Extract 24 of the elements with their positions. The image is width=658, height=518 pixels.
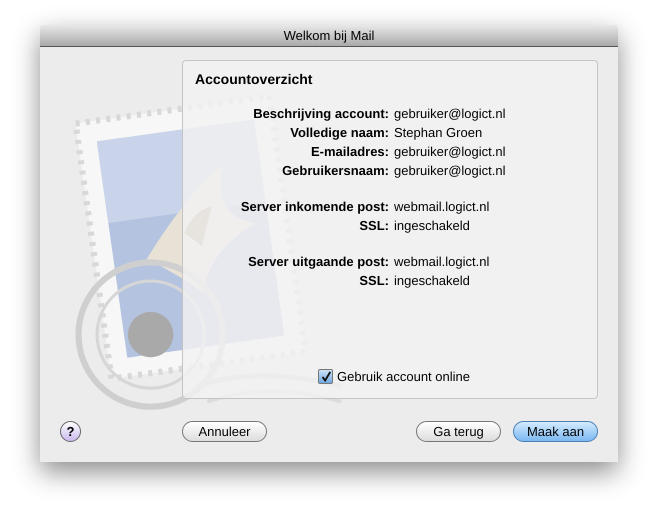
field-label: Server uitgaande post: [247, 253, 389, 270]
default-button[interactable]: Maak aan [513, 421, 598, 442]
checkbox-label[interactable]: Gebruik account online [337, 369, 470, 384]
field-label: Beschrijving account: [252, 105, 389, 122]
help-button[interactable]: ? [60, 421, 81, 442]
field-value: gebruiker@logict.nl [394, 162, 506, 179]
checkbox[interactable] [318, 369, 333, 384]
field-value: Stephan Groen [394, 124, 484, 141]
push-button[interactable]: Annuleer [182, 421, 267, 442]
push-button[interactable]: Ga terug [416, 421, 501, 442]
field-value: webmail.logict.nl [394, 198, 490, 215]
field-label: SSL: [358, 217, 389, 234]
field-label: E-mailadres: [310, 143, 389, 160]
field-label: SSL: [358, 272, 389, 289]
field-label: Gebruikersnaam: [281, 162, 389, 179]
field-value: ingeschakeld [394, 272, 471, 289]
field-label: Server inkomende post: [240, 198, 389, 215]
field-value: gebruiker@logict.nl [394, 105, 506, 122]
field-value: webmail.logict.nl [394, 253, 490, 270]
field-label: Volledige naam: [289, 124, 389, 141]
window-title: Welkom bij Mail [284, 28, 374, 43]
field-value: ingeschakeld [394, 217, 471, 234]
field-value: gebruiker@logict.nl [394, 143, 506, 160]
panel-heading: Accountoverzicht [195, 71, 314, 87]
